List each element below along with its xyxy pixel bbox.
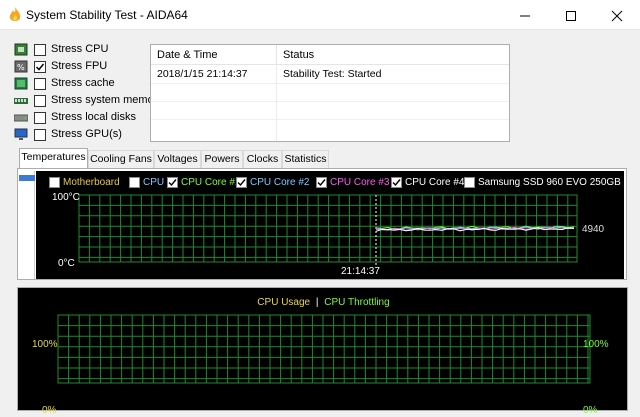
cpu-y-min-right: 0%	[583, 405, 598, 416]
temperature-graph: Motherboard CPU CPU Core #1 CPU Core #2 CPU …	[36, 171, 624, 279]
cpu-y-max-right: 100%	[583, 339, 609, 350]
maximize-icon	[566, 11, 576, 21]
window-title: System Stability Test - AIDA64	[26, 8, 188, 22]
stress-option-row[interactable]: Stress CPU	[14, 42, 154, 58]
stress-option-row[interactable]: Stress system memory	[14, 93, 163, 109]
cpu-y-max-left: 100%	[32, 339, 58, 350]
cpu-usage-graph: CPU Usage | CPU Throttling 100% 0% 100% …	[17, 287, 628, 416]
table-cell-datetime: 2018/1/15 21:14:37	[157, 68, 248, 80]
tab-clocks[interactable]: Clocks	[243, 150, 282, 168]
stress-checkbox[interactable]	[34, 61, 46, 73]
stress-checkbox[interactable]	[34, 129, 46, 141]
temp-value-readout-b: 40	[593, 224, 605, 235]
stress-option-label: Stress system memory	[51, 94, 163, 106]
memory-module-icon	[14, 98, 28, 104]
minimize-button[interactable]	[502, 0, 548, 30]
stress-checkbox[interactable]	[34, 78, 46, 90]
row-divider	[151, 83, 509, 84]
table-cell-status: Stability Test: Started	[283, 68, 382, 80]
stress-option-label: Stress cache	[51, 77, 115, 89]
scrollbar-thumb[interactable]	[19, 175, 35, 181]
sensor-scrollbar[interactable]	[19, 171, 35, 279]
column-header-status[interactable]: Status	[277, 45, 509, 65]
flame-app-icon	[9, 7, 21, 21]
row-divider	[151, 101, 509, 102]
plot-grid	[57, 314, 591, 384]
tab-powers[interactable]: Powers	[201, 150, 243, 168]
stress-option-row[interactable]: % Stress FPU	[14, 59, 154, 75]
stress-option-label: Stress GPU(s)	[51, 128, 122, 140]
checkmark-icon	[35, 63, 45, 71]
tab-statistics[interactable]: Statistics	[282, 150, 329, 168]
monitor-icon	[14, 128, 28, 140]
tab-temperatures[interactable]: Temperatures	[19, 148, 88, 169]
temp-time-label: 21:14:37	[341, 266, 380, 277]
stress-option-row[interactable]: Stress local disks	[14, 110, 154, 126]
close-button[interactable]	[594, 0, 640, 30]
cpu-usage-plot	[57, 314, 591, 384]
minimize-icon	[520, 15, 530, 17]
status-table[interactable]: Date & Time Status 2018/1/15 21:14:37 St…	[150, 44, 510, 142]
disk-drive-icon	[14, 114, 28, 122]
row-divider	[151, 119, 509, 120]
temp-y-min-label: 0°C	[58, 258, 75, 269]
tab-cooling-fans[interactable]: Cooling Fans	[88, 150, 154, 168]
stress-option-row[interactable]: Stress cache	[14, 76, 154, 92]
fpu-icon: %	[14, 60, 28, 73]
cpu-y-min-left: 0%	[42, 405, 57, 416]
column-header-datetime[interactable]: Date & Time	[151, 45, 277, 65]
stress-option-label: Stress FPU	[51, 60, 108, 72]
window-body: Stress CPU% Stress FPU Stress cache Stress …	[0, 30, 640, 417]
stress-checkbox[interactable]	[34, 112, 46, 124]
tab-voltages[interactable]: Voltages	[154, 150, 201, 168]
temperature-plot	[78, 194, 578, 266]
title-bar: System Stability Test - AIDA64	[0, 0, 640, 30]
stress-option-label: Stress local disks	[51, 111, 136, 123]
svg-text:%: %	[17, 63, 25, 72]
stress-checkbox[interactable]	[34, 95, 46, 107]
close-icon	[611, 10, 623, 22]
temp-value-readout-a: 49	[582, 224, 594, 235]
maximize-button[interactable]	[548, 0, 594, 30]
cache-icon	[14, 77, 28, 90]
stress-option-row[interactable]: Stress GPU(s)	[14, 127, 154, 143]
temp-y-max-label: 100°C	[52, 192, 80, 203]
cpu-chip-icon	[14, 43, 28, 56]
stress-checkbox[interactable]	[34, 44, 46, 56]
stress-option-label: Stress CPU	[51, 43, 109, 55]
